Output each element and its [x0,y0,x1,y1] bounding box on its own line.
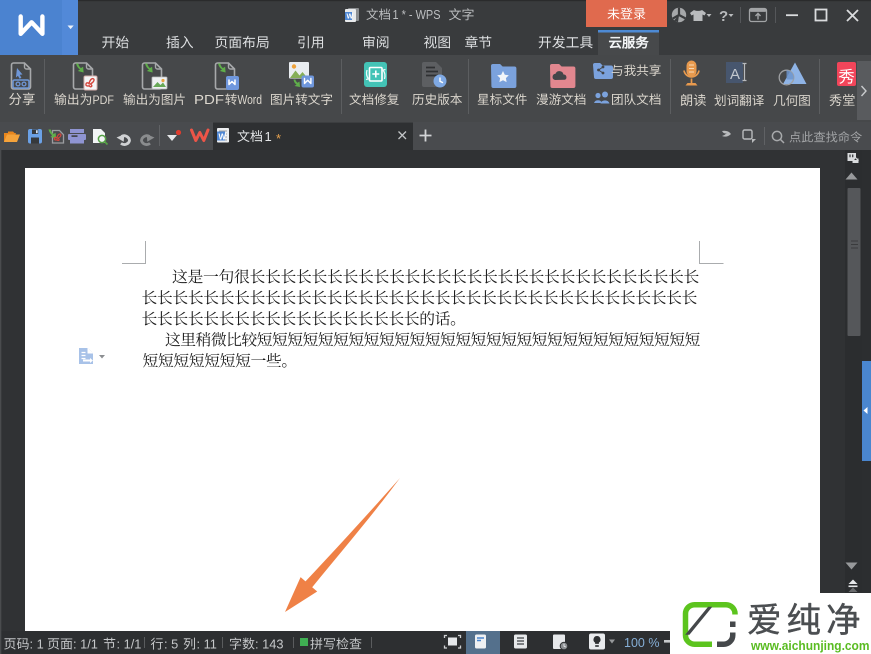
svg-text:100 %: 100 % [624,636,659,650]
svg-text:W: W [347,14,354,21]
svg-text:www.aichunjing.com: www.aichunjing.com [750,639,869,653]
svg-text:: 1/1: : 1/1 [117,637,142,652]
svg-text:1: 1 [265,129,272,144]
svg-text:: 11: : 11 [197,637,217,652]
svg-text:A: A [730,66,740,83]
svg-text:: 143: : 143 [255,637,283,652]
svg-text:Word: Word [238,92,263,107]
svg-text:*: * [276,131,281,146]
svg-text:: 1/1: : 1/1 [73,637,98,652]
svg-text:: 5: : 5 [164,637,178,652]
svg-text:?: ? [719,8,728,25]
svg-text:1 * - WPS: 1 * - WPS [393,8,441,22]
svg-text:: 1: : 1 [30,637,44,652]
svg-text:W: W [219,133,227,142]
svg-text:PDF: PDF [194,92,224,107]
svg-text:PDF: PDF [93,93,115,107]
